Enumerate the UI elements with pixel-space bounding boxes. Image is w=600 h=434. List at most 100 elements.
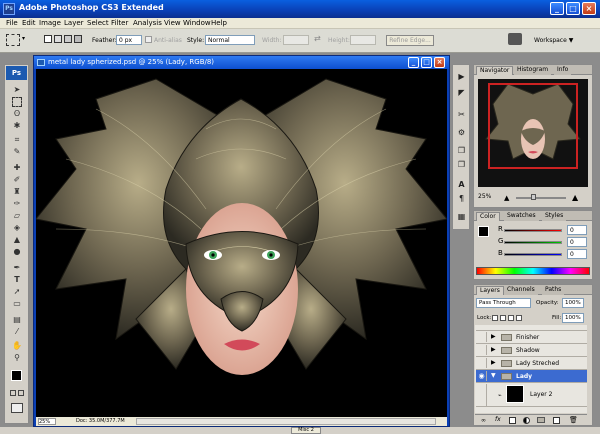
- lock-transparency-icon[interactable]: [492, 315, 498, 321]
- menu-help[interactable]: Help: [211, 19, 227, 27]
- clone-source-icon[interactable]: ❐: [455, 159, 468, 171]
- eyedropper-icon[interactable]: ✎: [12, 147, 22, 157]
- blend-mode-select[interactable]: Pass Through: [476, 298, 531, 308]
- screen-mode-icon[interactable]: [11, 403, 23, 413]
- tab-histogram[interactable]: Histogram: [514, 66, 552, 75]
- layer-row-lady[interactable]: ◉ ▼ Lady: [476, 370, 587, 383]
- close-button[interactable]: ×: [582, 2, 596, 15]
- paragraph-icon[interactable]: ¶: [455, 193, 468, 205]
- new-layer-icon[interactable]: [553, 417, 560, 424]
- navigator-zoom-slider[interactable]: [516, 197, 566, 199]
- maximize-button[interactable]: □: [566, 2, 580, 15]
- foreground-color-swatch[interactable]: [11, 370, 22, 381]
- new-group-icon[interactable]: [537, 417, 545, 423]
- collapse-arrow-icon[interactable]: ▼: [491, 372, 496, 379]
- intersect-selection-icon[interactable]: [74, 35, 82, 43]
- menu-analysis[interactable]: Analysis: [133, 19, 162, 27]
- layer-style-icon[interactable]: fx: [495, 416, 501, 423]
- tab-channels[interactable]: Channels: [504, 286, 538, 295]
- trash-icon[interactable]: 🗑: [569, 416, 578, 424]
- brush-panel-icon[interactable]: ▶: [455, 71, 468, 83]
- menu-image[interactable]: Image: [39, 19, 61, 27]
- shape-icon[interactable]: ▭: [12, 299, 22, 309]
- doc-minimize-button[interactable]: _: [408, 57, 419, 68]
- height-input[interactable]: [350, 35, 376, 45]
- link-layers-icon[interactable]: ∞: [481, 417, 486, 424]
- menu-filter[interactable]: Filter: [111, 19, 128, 27]
- menu-file[interactable]: File: [6, 19, 18, 27]
- doc-size-info[interactable]: Doc: 35.0M/377.7M: [76, 418, 125, 424]
- eyedropper2-icon[interactable]: ⁄: [12, 327, 22, 337]
- notes-icon[interactable]: ▤: [12, 315, 22, 325]
- crop-icon[interactable]: ⌗: [12, 135, 22, 145]
- tab-swatches[interactable]: Swatches: [504, 212, 539, 221]
- menu-layer[interactable]: Layer: [64, 19, 84, 27]
- visibility-toggle[interactable]: [477, 384, 487, 406]
- lasso-icon[interactable]: ʘ: [12, 109, 22, 119]
- antialias-checkbox[interactable]: [145, 36, 152, 43]
- tab-color[interactable]: Color: [476, 212, 500, 221]
- zoom-field[interactable]: 25%: [38, 418, 56, 425]
- info-icon[interactable]: ▦: [455, 211, 468, 223]
- character-icon[interactable]: A: [455, 179, 468, 191]
- move-tool-icon[interactable]: ➤: [12, 85, 22, 95]
- tab-navigator[interactable]: Navigator: [476, 66, 514, 75]
- tool-presets-icon[interactable]: ◤: [455, 87, 468, 99]
- visibility-toggle[interactable]: [477, 358, 487, 368]
- new-selection-icon[interactable]: [44, 35, 52, 43]
- tab-info[interactable]: Info: [554, 66, 572, 75]
- path-selection-icon[interactable]: ➚: [12, 287, 22, 297]
- expand-arrow-icon[interactable]: ▶: [491, 359, 496, 366]
- history-icon[interactable]: ✂: [455, 109, 468, 121]
- zoom-icon[interactable]: ⚲: [12, 353, 22, 363]
- dodge-icon[interactable]: ●: [12, 247, 22, 257]
- opacity-input[interactable]: 100%: [562, 298, 584, 308]
- navigator-slider-thumb[interactable]: [531, 194, 536, 200]
- camera-icon[interactable]: [508, 33, 522, 45]
- marquee-tool-icon[interactable]: [6, 34, 20, 46]
- color-foreground-swatch[interactable]: [478, 226, 489, 237]
- fill-input[interactable]: 100%: [562, 313, 584, 323]
- healing-brush-icon[interactable]: ✚: [12, 163, 22, 173]
- layer-mask-icon[interactable]: [509, 417, 516, 424]
- layer-row-finisher[interactable]: ▶ Finisher: [476, 331, 587, 344]
- red-input[interactable]: 0: [567, 225, 587, 235]
- menu-window[interactable]: Window: [183, 19, 211, 27]
- width-input[interactable]: [283, 35, 309, 45]
- blue-slider[interactable]: [504, 253, 562, 256]
- type-tool-icon[interactable]: T: [12, 275, 22, 285]
- tab-paths[interactable]: Paths: [542, 286, 565, 295]
- eye-icon[interactable]: ◉: [477, 371, 487, 381]
- layer-row-shadow[interactable]: ▶ Shadow: [476, 344, 587, 357]
- red-slider[interactable]: [504, 229, 562, 232]
- magic-wand-icon[interactable]: ✱: [12, 121, 22, 131]
- layer-comps-icon[interactable]: ❒: [455, 145, 468, 157]
- horizontal-scrollbar[interactable]: [136, 418, 436, 425]
- blue-input[interactable]: 0: [567, 249, 587, 259]
- menu-edit[interactable]: Edit: [22, 19, 36, 27]
- refine-edge-button[interactable]: Refine Edge...: [386, 35, 434, 46]
- tab-layers[interactable]: Layers: [476, 286, 504, 295]
- green-slider[interactable]: [504, 241, 562, 244]
- hand-icon[interactable]: ✋: [12, 341, 22, 351]
- tab-styles[interactable]: Styles: [542, 212, 567, 221]
- layer-row-layer-2[interactable]: ⌁ Layer 2: [476, 383, 587, 407]
- expand-arrow-icon[interactable]: ▶: [491, 346, 496, 353]
- zoom-out-icon[interactable]: ▲: [504, 194, 509, 202]
- document-canvas[interactable]: [36, 69, 447, 417]
- actions-icon[interactable]: ⚙: [455, 127, 468, 139]
- pen-icon[interactable]: ✒: [12, 263, 22, 273]
- visibility-toggle[interactable]: [477, 345, 487, 355]
- navigator-view-box[interactable]: [488, 83, 578, 169]
- expand-arrow-icon[interactable]: ▶: [491, 333, 496, 340]
- navigator-zoom[interactable]: 25%: [478, 193, 491, 200]
- doc-close-button[interactable]: ×: [434, 57, 445, 68]
- standard-mode-icon[interactable]: [10, 390, 16, 396]
- color-spectrum-bar[interactable]: [476, 267, 590, 275]
- green-input[interactable]: 0: [567, 237, 587, 247]
- blur-icon[interactable]: ▲: [12, 235, 22, 245]
- taskbar-item[interactable]: Misc 2: [291, 427, 321, 434]
- swap-icon[interactable]: ⇄: [314, 34, 321, 43]
- zoom-in-icon[interactable]: ▲: [572, 193, 578, 202]
- add-selection-icon[interactable]: [54, 35, 62, 43]
